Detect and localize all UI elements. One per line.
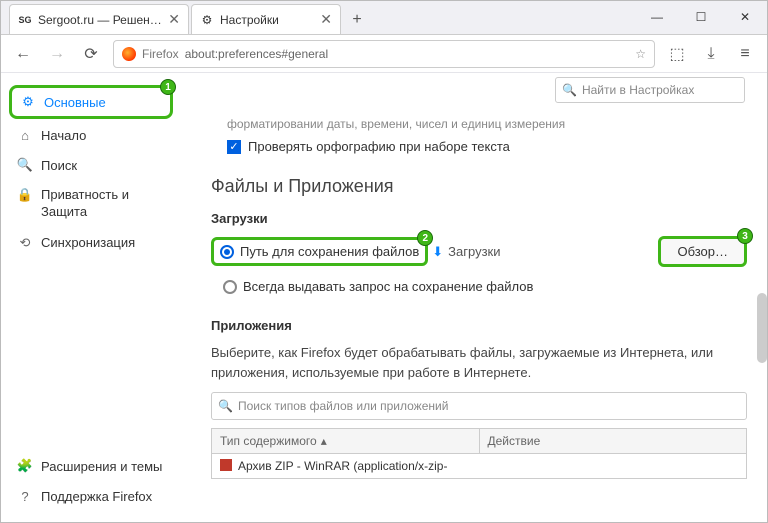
sidebar-item-label: Приватность и Защита <box>41 187 165 221</box>
extensions-button[interactable]: ⬚ <box>665 42 689 66</box>
sidebar-item-extensions[interactable]: 🧩 Расширения и темы <box>9 452 173 480</box>
gear-icon: ⚙ <box>200 13 214 27</box>
sidebar-item-general[interactable]: ⚙ Основные 1 <box>9 85 173 119</box>
sidebar-item-label: Поиск <box>41 158 77 173</box>
downloads-heading: Загрузки <box>211 211 747 226</box>
table-header-type[interactable]: Тип содержимого ▴ <box>212 429 480 453</box>
download-folder-name: Загрузки <box>448 244 500 259</box>
step-badge-3: 3 <box>737 228 753 244</box>
download-icon: ⬇ <box>432 244 443 260</box>
checkbox-label: Проверять орфографию при наборе текста <box>248 139 510 154</box>
favicon-sg: SG <box>18 13 32 27</box>
url-label: Firefox <box>142 47 179 61</box>
minimize-button[interactable]: — <box>635 2 679 32</box>
apps-description: Выберите, как Firefox будет обрабатывать… <box>211 343 747 382</box>
downloads-button[interactable]: ⤓ <box>699 42 723 66</box>
search-icon: 🔍 <box>218 399 233 413</box>
sidebar-item-sync[interactable]: ⟲ Синхронизация <box>9 229 173 257</box>
search-icon: 🔍 <box>562 83 577 97</box>
truncated-text: форматировании даты, времени, чисел и ед… <box>227 117 747 131</box>
sync-icon: ⟲ <box>17 235 33 251</box>
step-badge-1: 1 <box>160 79 176 95</box>
sidebar-item-label: Синхронизация <box>41 235 135 250</box>
radio-unselected-icon <box>223 280 237 294</box>
files-apps-heading: Файлы и Приложения <box>211 176 747 197</box>
sidebar-item-label: Поддержка Firefox <box>41 489 152 504</box>
step-badge-2: 2 <box>417 230 433 246</box>
tab-title: Sergoot.ru — Решение ваши <box>38 13 162 27</box>
gear-icon: ⚙ <box>20 94 36 110</box>
checkbox-checked-icon: ✓ <box>227 140 241 154</box>
back-button[interactable]: ← <box>11 42 35 66</box>
lock-icon: 🔒 <box>17 187 33 203</box>
save-path-radio[interactable]: Путь для сохранения файлов 2 <box>211 237 428 266</box>
help-icon: ? <box>17 488 33 504</box>
search-placeholder: Найти в Настройках <box>582 83 694 97</box>
radio-label: Всегда выдавать запрос на сохранение фай… <box>243 279 533 294</box>
main-content: 🔍 Найти в Настройках форматировании даты… <box>181 73 767 522</box>
apps-search-placeholder: Поиск типов файлов или приложений <box>238 399 448 413</box>
file-icon <box>220 459 232 471</box>
address-bar[interactable]: Firefox about:preferences#general ☆ <box>113 40 655 68</box>
apps-heading: Приложения <box>211 318 747 333</box>
new-tab-button[interactable]: + <box>343 6 371 34</box>
sidebar-item-search[interactable]: 🔍 Поиск <box>9 151 173 179</box>
apps-table: Тип содержимого ▴ Действие Архив ZIP - W… <box>211 428 747 479</box>
radio-label: Путь для сохранения файлов <box>240 244 419 259</box>
sidebar-item-support[interactable]: ? Поддержка Firefox <box>9 482 173 510</box>
sidebar-item-home[interactable]: ⌂ Начало <box>9 121 173 149</box>
bookmark-icon[interactable]: ☆ <box>635 47 646 61</box>
tab-settings[interactable]: ⚙ Настройки ✕ <box>191 4 341 34</box>
sidebar-item-label: Начало <box>41 128 86 143</box>
puzzle-icon: 🧩 <box>17 458 33 474</box>
tab-strip: SG Sergoot.ru — Решение ваши ✕ ⚙ Настрой… <box>1 1 767 35</box>
firefox-icon <box>122 47 136 61</box>
always-ask-radio[interactable]: Всегда выдавать запрос на сохранение фай… <box>217 275 747 298</box>
tab-title: Настройки <box>220 13 314 27</box>
browse-button[interactable]: Обзор… 3 <box>658 236 747 267</box>
tab-sergoot[interactable]: SG Sergoot.ru — Решение ваши ✕ <box>9 4 189 34</box>
spellcheck-checkbox[interactable]: ✓ Проверять орфографию при наборе текста <box>227 139 747 154</box>
scrollbar[interactable] <box>757 293 767 363</box>
download-path-display: ⬇ Загрузки <box>432 244 658 260</box>
close-icon[interactable]: ✕ <box>320 11 332 28</box>
maximize-button[interactable]: ☐ <box>679 2 723 32</box>
sidebar-item-label: Основные <box>44 95 106 110</box>
table-row[interactable]: Архив ZIP - WinRAR (application/x-zip- <box>212 454 746 478</box>
reload-button[interactable]: ⟳ <box>79 42 103 66</box>
browse-label: Обзор… <box>677 244 728 259</box>
window-controls: — ☐ ✕ <box>635 0 767 34</box>
apps-search[interactable]: 🔍 Поиск типов файлов или приложений <box>211 392 747 420</box>
close-icon[interactable]: ✕ <box>168 11 180 28</box>
toolbar: ← → ⟳ Firefox about:preferences#general … <box>1 35 767 73</box>
table-header-action[interactable]: Действие <box>480 429 747 453</box>
close-window-button[interactable]: ✕ <box>723 2 767 32</box>
radio-selected-icon <box>220 245 234 259</box>
menu-button[interactable]: ≡ <box>733 42 757 66</box>
url-text: about:preferences#general <box>185 47 328 61</box>
file-type-label: Архив ZIP - WinRAR (application/x-zip- <box>238 459 447 473</box>
sidebar-item-label: Расширения и темы <box>41 459 162 474</box>
sidebar-item-privacy[interactable]: 🔒 Приватность и Защита <box>9 181 173 227</box>
sort-asc-icon: ▴ <box>321 434 327 448</box>
settings-search[interactable]: 🔍 Найти в Настройках <box>555 77 745 103</box>
sidebar: ⚙ Основные 1 ⌂ Начало 🔍 Поиск 🔒 Приватно… <box>1 73 181 522</box>
forward-button[interactable]: → <box>45 42 69 66</box>
home-icon: ⌂ <box>17 127 33 143</box>
search-icon: 🔍 <box>17 157 33 173</box>
